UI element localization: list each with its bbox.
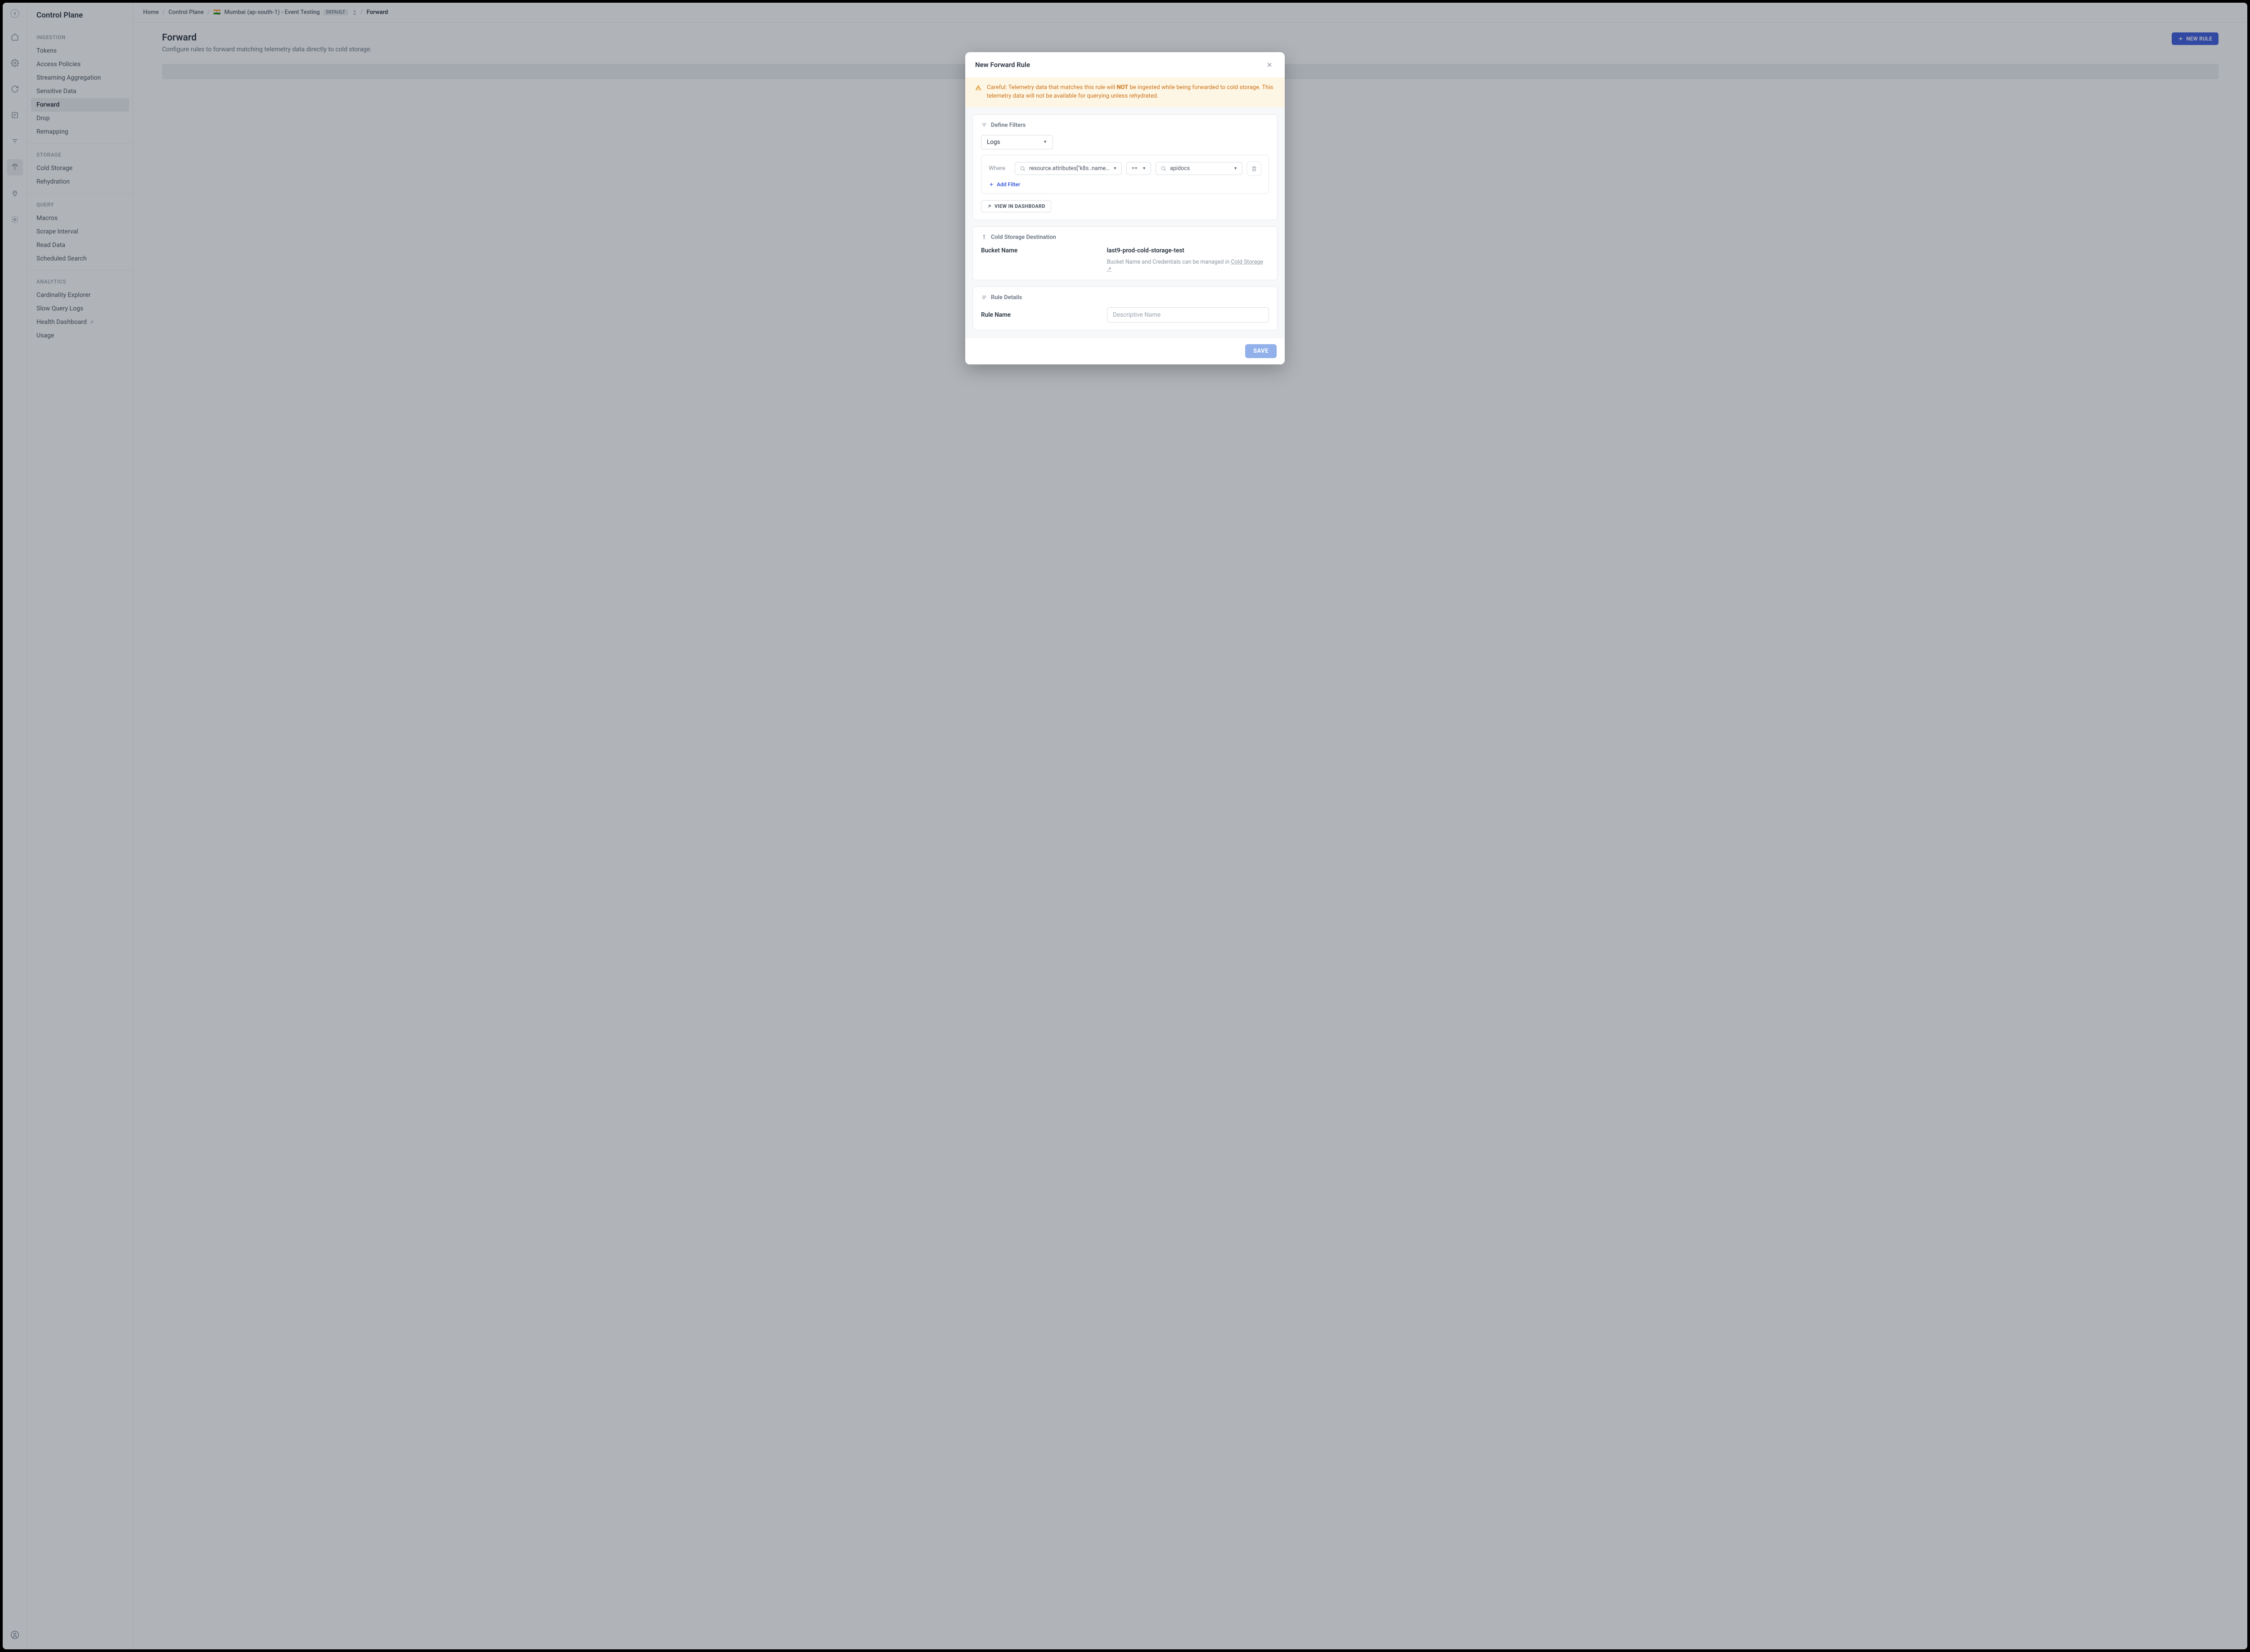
filter-operator-combo[interactable]: == ▼: [1126, 162, 1151, 175]
plus-icon: [989, 182, 994, 187]
details-section-title: Rule Details: [991, 294, 1022, 301]
rule-name-label: Rule Name: [981, 311, 1107, 319]
search-icon: [1161, 166, 1166, 171]
arrow-up-right-icon: [987, 204, 992, 209]
search-icon: [1020, 166, 1026, 171]
filter-lines-icon: [981, 122, 987, 128]
caret-down-icon: ▼: [1043, 139, 1047, 144]
trash-icon: [1251, 166, 1257, 172]
define-filters-card: Define Filters Logs ▼ Where resou: [972, 114, 1278, 220]
filter-attribute-combo[interactable]: resource.attributes["k8s..name… ▼: [1015, 162, 1122, 175]
close-icon[interactable]: [1264, 59, 1275, 70]
caret-down-icon: ▼: [1113, 166, 1117, 171]
filters-section-title: Define Filters: [991, 122, 1026, 129]
data-type-select[interactable]: Logs ▼: [981, 135, 1053, 149]
filter-operator-value: ==: [1131, 165, 1138, 172]
modal-overlay[interactable]: New Forward Rule Careful: Telemetry data…: [3, 3, 2247, 1649]
add-filter-label: Add Filter: [997, 181, 1020, 188]
add-filter-button[interactable]: Add Filter: [989, 181, 1020, 188]
destination-icon: [981, 234, 987, 240]
bucket-name-value: last9-prod-cold-storage-test: [1107, 247, 1269, 254]
caret-down-icon: ▼: [1233, 166, 1238, 171]
rule-details-card: Rule Details Rule Name: [972, 287, 1278, 330]
save-button[interactable]: SAVE: [1245, 344, 1277, 358]
warning-triangle-icon: [975, 85, 981, 91]
caret-down-icon: ▼: [1142, 166, 1146, 171]
bucket-name-label: Bucket Name: [981, 247, 1107, 254]
new-forward-rule-modal: New Forward Rule Careful: Telemetry data…: [965, 52, 1285, 364]
list-icon: [981, 294, 987, 301]
view-in-dashboard-button[interactable]: VIEW IN DASHBOARD: [981, 200, 1051, 212]
filter-value-combo[interactable]: apidocs ▼: [1156, 162, 1242, 175]
rule-name-input[interactable]: [1107, 307, 1269, 323]
warning-text: Careful: Telemetry data that matches thi…: [987, 84, 1275, 101]
where-label: Where: [989, 165, 1010, 172]
filter-attribute-value: resource.attributes["k8s..name…: [1029, 165, 1110, 172]
delete-filter-button[interactable]: [1247, 162, 1261, 176]
cold-storage-card: Cold Storage Destination Bucket Name las…: [972, 226, 1278, 280]
view-in-dashboard-label: VIEW IN DASHBOARD: [994, 203, 1045, 209]
filter-value-text: apidocs: [1170, 165, 1190, 172]
modal-title: New Forward Rule: [975, 61, 1030, 69]
warning-banner: Careful: Telemetry data that matches thi…: [965, 77, 1285, 107]
app-frame: 9 Control Plane ING: [3, 3, 2247, 1649]
data-type-value: Logs: [987, 139, 1000, 146]
filter-builder: Where resource.attributes["k8s..name… ▼ …: [981, 155, 1269, 194]
bucket-hint: Bucket Name and Credentials can be manag…: [1107, 259, 1269, 273]
dest-section-title: Cold Storage Destination: [991, 234, 1056, 241]
